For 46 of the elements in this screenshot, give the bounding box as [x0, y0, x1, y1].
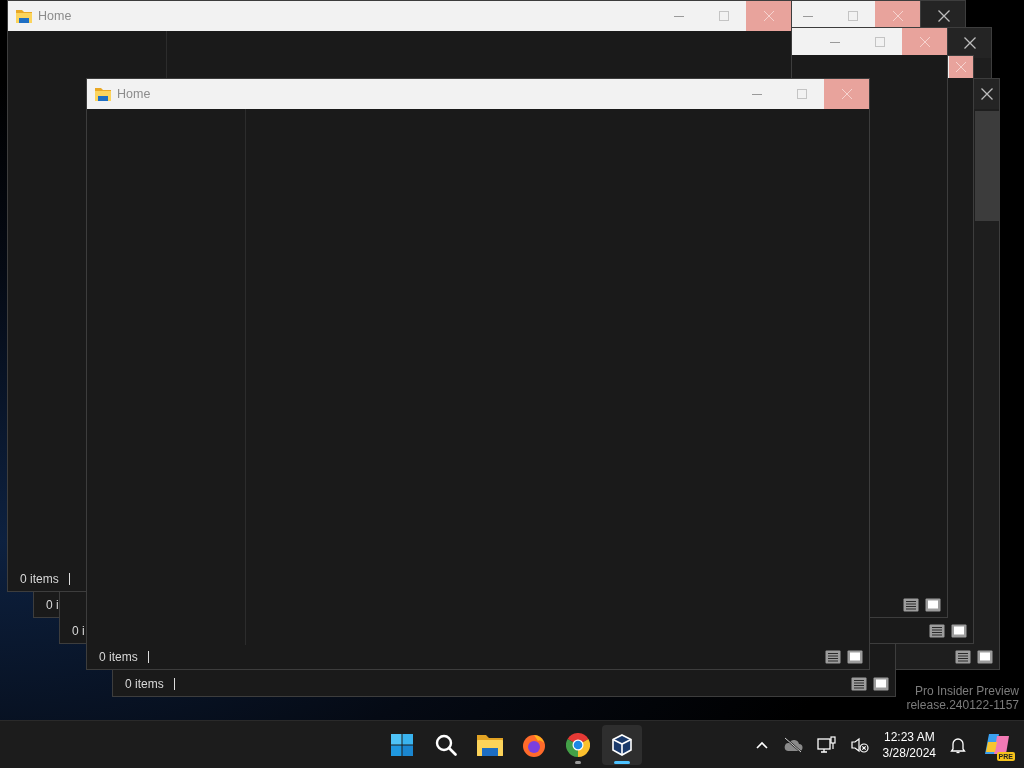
preview-pane-icon[interactable] [847, 650, 863, 664]
wheel-icon [566, 732, 590, 757]
maximize-icon [847, 11, 858, 21]
flame-ball-icon [522, 732, 546, 757]
close-icon [964, 37, 976, 49]
cloud-off-icon [782, 736, 803, 753]
search-icon [435, 733, 457, 756]
bell-icon [950, 735, 966, 754]
status-text: 0 items [125, 676, 164, 693]
maximize-icon [796, 89, 807, 99]
monitor-icon [816, 735, 837, 754]
status-text: 0 i [72, 623, 85, 640]
close-icon [937, 10, 950, 22]
close-icon [841, 89, 852, 99]
cube-icon [610, 732, 634, 757]
build-info-text: Pro Insider Preview [913, 684, 1019, 698]
details-view-icon[interactable] [825, 650, 841, 664]
details-view-icon[interactable] [955, 650, 971, 664]
maximize-icon [718, 11, 729, 21]
details-view-icon[interactable] [929, 624, 945, 638]
preview-pane-icon[interactable] [873, 677, 889, 691]
close-icon [919, 36, 930, 47]
close-icon [763, 11, 774, 21]
status-text: 0 items [99, 649, 138, 666]
details-view-icon[interactable] [903, 598, 919, 612]
status-text: 0 items [20, 571, 59, 588]
scrollbar-thumb[interactable] [975, 111, 999, 221]
speaker-muted-icon [850, 736, 869, 753]
start-icon [391, 733, 413, 756]
clock-button[interactable]: 12:23 AM 3/28/2024 [876, 728, 942, 761]
preview-pane-icon[interactable] [977, 650, 993, 664]
details-view-icon[interactable] [851, 677, 867, 691]
window-title: Home [117, 85, 151, 103]
window-title: Home [38, 7, 72, 25]
status-text: 0 i [46, 597, 59, 614]
folder-icon [477, 733, 503, 756]
preview-pane-icon[interactable] [925, 598, 941, 612]
close-icon [981, 88, 993, 100]
preview-pane-icon[interactable] [951, 624, 967, 638]
maximize-icon [874, 36, 885, 47]
build-info-text: release.240122-1157 [906, 698, 1019, 712]
cube-taskbar-button[interactable] [602, 724, 642, 765]
folder-icon [16, 9, 32, 23]
close-icon [892, 11, 903, 21]
close-icon [956, 62, 966, 72]
folder-icon [95, 87, 111, 101]
